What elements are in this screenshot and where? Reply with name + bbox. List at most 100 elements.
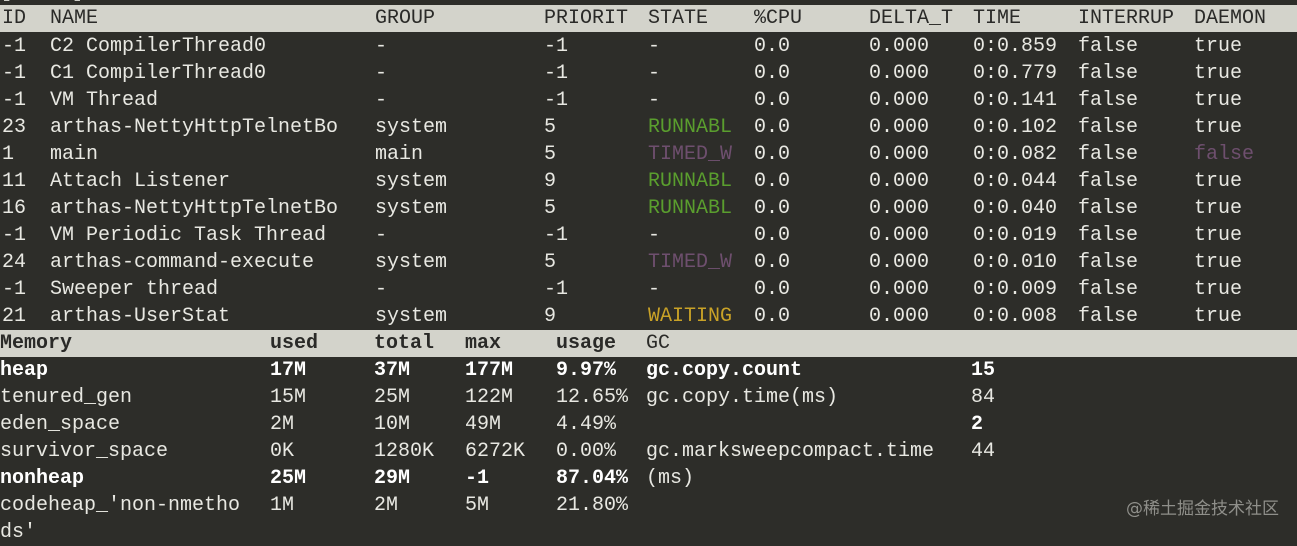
- thread-daemon-cell: true: [1194, 89, 1243, 112]
- thread-group-cell: -: [375, 278, 388, 301]
- terminal: [ ... ] ID NAME GROUP PRIORIT STATE %CPU DELTA…: [0, 0, 1297, 544]
- thread-daemon-cell: true: [1194, 305, 1243, 328]
- thread-row: 23 arthas-NettyHttpTelnetBo system 5 RUNNABL…: [0, 114, 1297, 141]
- memory-used-cell: 1M: [270, 494, 295, 517]
- memory-used-cell: 17M: [270, 359, 307, 382]
- thread-column-header: GROUP: [375, 7, 436, 30]
- thread-priority-cell: -1: [544, 224, 569, 247]
- thread-state-cell: TIMED_W: [648, 251, 733, 274]
- thread-daemon-cell: true: [1194, 62, 1243, 85]
- memory-max-cell: 177M: [465, 359, 514, 382]
- memory-name-cell: tenured_gen: [0, 386, 133, 409]
- memory-row: tenured_gen 15M 25M 122M 12.65% gc.copy.time(…: [0, 384, 1297, 411]
- thread-priority-cell: -1: [544, 278, 569, 301]
- memory-gc-value-cell: 84: [971, 386, 996, 409]
- thread-interrupted-cell: false: [1078, 197, 1139, 220]
- thread-interrupted-cell: false: [1078, 278, 1139, 301]
- watermark: @稀土掘金技术社区: [1126, 499, 1279, 519]
- memory-column-header: usage: [556, 332, 617, 355]
- thread-priority-cell: 5: [544, 251, 557, 274]
- thread-group-cell: -: [375, 62, 388, 85]
- thread-time-cell: 0:0.009: [973, 278, 1058, 301]
- thread-state-cell: RUNNABL: [648, 116, 733, 139]
- thread-state-cell: -: [648, 89, 661, 112]
- thread-name-cell: arthas-NettyHttpTelnetBo: [50, 116, 339, 139]
- thread-group-cell: -: [375, 89, 388, 112]
- thread-cpu-cell: 0.0: [754, 35, 791, 58]
- thread-state-cell: WAITING: [648, 305, 733, 328]
- thread-delta-t-cell: 0.000: [869, 89, 930, 112]
- thread-group-cell: system: [375, 170, 448, 193]
- memory-max-cell: 5M: [465, 494, 490, 517]
- thread-id-cell: 24: [2, 251, 27, 274]
- thread-time-cell: 0:0.779: [973, 62, 1058, 85]
- thread-daemon-cell: true: [1194, 170, 1243, 193]
- thread-row: -1 VM Thread - -1 - 0.0 0.000 0:0.141 false true: [0, 87, 1297, 114]
- memory-usage-cell: 4.49%: [556, 413, 617, 436]
- thread-cpu-cell: 0.0: [754, 251, 791, 274]
- thread-interrupted-cell: false: [1078, 35, 1139, 58]
- memory-usage-cell: 87.04%: [556, 467, 629, 490]
- thread-delta-t-cell: 0.000: [869, 224, 930, 247]
- memory-row: heap 17M 37M 177M 9.97% gc.copy.count 15: [0, 357, 1297, 384]
- thread-name-cell: C2 CompilerThread0: [50, 35, 267, 58]
- thread-column-header: DAEMON: [1194, 7, 1267, 30]
- memory-column-header: max: [465, 332, 502, 355]
- memory-used-cell: 2M: [270, 413, 295, 436]
- thread-delta-t-cell: 0.000: [869, 35, 930, 58]
- thread-delta-t-cell: 0.000: [869, 251, 930, 274]
- thread-group-cell: system: [375, 197, 448, 220]
- thread-state-cell: -: [648, 224, 661, 247]
- thread-interrupted-cell: false: [1078, 224, 1139, 247]
- thread-time-cell: 0:0.859: [973, 35, 1058, 58]
- memory-gc-name-cell: (ms): [646, 467, 695, 490]
- thread-time-cell: 0:0.102: [973, 116, 1058, 139]
- clipped-previous-line: [ ... ]: [0, 0, 84, 4]
- thread-delta-t-cell: 0.000: [869, 62, 930, 85]
- memory-total-cell: 2M: [374, 494, 399, 517]
- thread-group-cell: system: [375, 116, 448, 139]
- thread-row: -1 Sweeper thread - -1 - 0.0 0.000 0:0.009 false…: [0, 276, 1297, 303]
- thread-cpu-cell: 0.0: [754, 116, 791, 139]
- thread-column-header: ID: [2, 7, 27, 30]
- thread-interrupted-cell: false: [1078, 62, 1139, 85]
- memory-usage-cell: 12.65%: [556, 386, 629, 409]
- memory-name-cell: ds': [0, 521, 37, 544]
- thread-row: -1 C1 CompilerThread0 - -1 - 0.0 0.000 0:0.779 f…: [0, 60, 1297, 87]
- memory-usage-cell: 9.97%: [556, 359, 617, 382]
- thread-id-cell: 1: [2, 143, 15, 166]
- thread-priority-cell: 9: [544, 305, 557, 328]
- thread-cpu-cell: 0.0: [754, 143, 791, 166]
- thread-column-header: TIME: [973, 7, 1022, 30]
- thread-delta-t-cell: 0.000: [869, 116, 930, 139]
- memory-gc-name-cell: gc.copy.count: [646, 359, 803, 382]
- thread-row: 24 arthas-command-execute system 5 TIMED_W 0.…: [0, 249, 1297, 276]
- memory-total-cell: 37M: [374, 359, 411, 382]
- thread-column-header: NAME: [50, 7, 99, 30]
- memory-max-cell: 6272K: [465, 440, 526, 463]
- thread-state-cell: -: [648, 62, 661, 85]
- thread-cpu-cell: 0.0: [754, 170, 791, 193]
- thread-name-cell: VM Thread: [50, 89, 159, 112]
- thread-name-cell: main: [50, 143, 99, 166]
- thread-time-cell: 0:0.010: [973, 251, 1058, 274]
- memory-name-cell: eden_space: [0, 413, 121, 436]
- thread-interrupted-cell: false: [1078, 251, 1139, 274]
- thread-column-header: STATE: [648, 7, 709, 30]
- thread-state-cell: -: [648, 35, 661, 58]
- thread-time-cell: 0:0.141: [973, 89, 1058, 112]
- memory-column-header: GC: [646, 332, 671, 355]
- memory-usage-cell: 0.00%: [556, 440, 617, 463]
- memory-row: codeheap_'non-nmetho 1M 2M 5M 21.80%: [0, 492, 1297, 519]
- thread-row: 21 arthas-UserStat system 9 WAITING 0.0 0.000 0…: [0, 303, 1297, 330]
- thread-name-cell: Attach Listener: [50, 170, 231, 193]
- thread-daemon-cell: true: [1194, 116, 1243, 139]
- thread-interrupted-cell: false: [1078, 305, 1139, 328]
- thread-daemon-cell: true: [1194, 224, 1243, 247]
- thread-id-cell: -1: [2, 224, 27, 247]
- memory-used-cell: 25M: [270, 467, 307, 490]
- thread-column-header: PRIORIT: [544, 7, 629, 30]
- thread-row: -1 C2 CompilerThread0 - -1 - 0.0 0.000 0:0.859 f…: [0, 33, 1297, 60]
- thread-id-cell: 16: [2, 197, 27, 220]
- memory-column-header: Memory: [0, 332, 73, 355]
